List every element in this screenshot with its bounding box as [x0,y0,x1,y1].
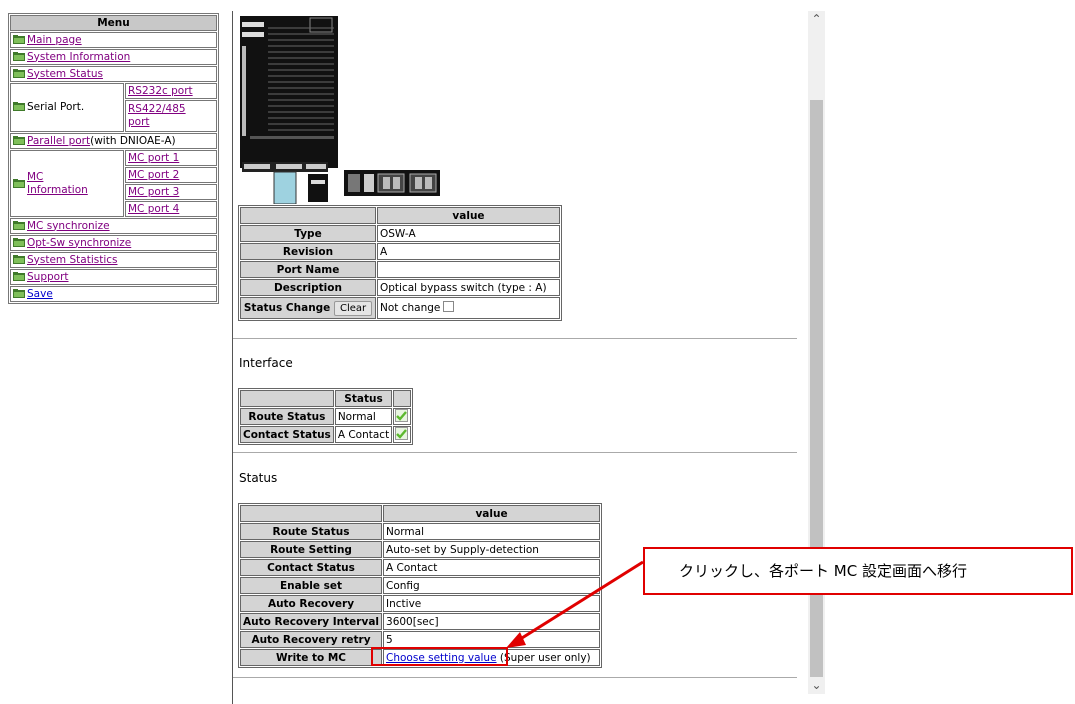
blank-header [393,390,412,407]
contact-status-label: Contact Status [240,426,334,443]
frame-divider [232,11,233,704]
side-menu: Menu Main page System Information System… [8,13,219,304]
menu-rs422-line1: RS422/485 [128,103,186,115]
menu-serial-port-label: Serial Port. [27,101,85,113]
status-row-value: Config [383,577,600,594]
blank-header [240,505,383,522]
status-change-value: Not change [377,297,560,319]
menu-rs422-485-port[interactable]: RS422/485 port [128,103,186,128]
type-label: Type [240,225,376,242]
folder-icon [13,51,25,61]
status-row-label: Auto Recovery retry [240,631,383,648]
menu-rs422-line2: port [128,116,150,128]
port-name-label: Port Name [240,261,376,278]
device-info-table: value Type OSW-A Revision A Port Name Desc… [238,205,562,321]
value-header: value [377,207,560,224]
type-value: OSW-A [377,225,560,242]
value-header: value [383,505,600,522]
status-title: Status [239,471,278,485]
revision-value: A [377,243,560,260]
route-status-label: Route Status [240,408,334,425]
contact-status-value: A Contact [334,426,393,443]
status-row-value: Normal [383,523,600,540]
port-name-value [377,261,560,278]
route-status-ok [393,408,412,425]
super-user-note: (Super user only) [499,651,591,664]
menu-opt-sw-synchronize[interactable]: Opt-Sw synchronize [27,237,131,249]
menu-mc-port-2[interactable]: MC port 2 [128,169,179,181]
status-row-value: A Contact [383,559,600,576]
status-row-value: Inctive [383,595,600,612]
clear-button[interactable]: Clear [333,300,373,316]
menu-system-information[interactable]: System Information [27,51,130,63]
checkmark-icon [395,427,409,440]
route-status-value: Normal [334,408,393,425]
folder-icon [13,34,25,44]
status-row-value: 5 [383,631,600,648]
menu-rs232c-port[interactable]: RS232c port [128,85,193,97]
blank-header [240,390,334,407]
menu-mc-info-line1: MC [27,170,44,183]
divider-2 [233,452,797,453]
menu-mc-port-4[interactable]: MC port 4 [128,203,179,215]
interface-title: Interface [239,356,293,370]
folder-icon [13,220,25,230]
menu-support[interactable]: Support [27,271,69,283]
folder-icon [13,271,25,281]
menu-parallel-suffix: (with DNIOAE-A) [90,134,176,147]
menu-parallel-port[interactable]: Parallel port [27,135,90,147]
folder-icon [13,288,25,298]
status-change-label: Status Change [243,301,331,314]
blank-header [240,207,376,224]
scroll-up-icon[interactable]: ⌃ [808,11,825,28]
write-to-mc-label: Write to MC [240,649,383,666]
annotation-callout: クリックし、各ポート MC 設定画面へ移行 [643,547,1073,595]
menu-system-statistics[interactable]: System Statistics [27,254,118,266]
link-highlight-box [371,647,508,666]
checkmark-icon [395,409,409,422]
menu-save[interactable]: Save [27,288,53,300]
menu-main-page[interactable]: Main page [27,34,82,46]
status-row-label: Route Status [240,523,383,540]
status-row-value: Auto-set by Supply-detection [383,541,600,558]
status-row-label: Enable set [240,577,383,594]
status-row-value: 3600[sec] [383,613,600,630]
revision-label: Revision [240,243,376,260]
not-change-checkbox[interactable] [443,301,455,312]
folder-icon [13,135,25,145]
interface-table: Status Route Status Normal Contact Status… [238,388,414,445]
status-header: Status [334,390,393,407]
status-row-label: Auto Recovery [240,595,383,612]
device-image [240,16,440,204]
menu-header: Menu [10,15,217,31]
description-label: Description [240,279,376,296]
not-change-label: Not change [380,302,441,314]
folder-icon [13,101,25,111]
menu-mc-info-line2: Information [27,183,88,196]
menu-mc-synchronize[interactable]: MC synchronize [27,220,110,232]
menu-mc-information[interactable]: MC Information [27,171,88,197]
status-row-label: Contact Status [240,559,383,576]
folder-icon [13,68,25,78]
menu-mc-port-1[interactable]: MC port 1 [128,152,179,164]
folder-icon [13,237,25,247]
description-value: Optical bypass switch (type : A) [377,279,560,296]
menu-mc-port-3[interactable]: MC port 3 [128,186,179,198]
folder-icon [13,178,25,188]
contact-status-ok [393,426,412,443]
divider-1 [233,338,797,339]
folder-icon [13,254,25,264]
status-change-cell: Status Change Clear [240,297,376,319]
menu-system-status[interactable]: System Status [27,68,103,80]
divider-3 [233,677,797,678]
scroll-down-icon[interactable]: ⌄ [808,677,825,694]
status-row-label: Route Setting [240,541,383,558]
status-table: value Route Status Normal Route Setting Au… [238,503,602,668]
status-row-label: Auto Recovery Interval [240,613,383,630]
